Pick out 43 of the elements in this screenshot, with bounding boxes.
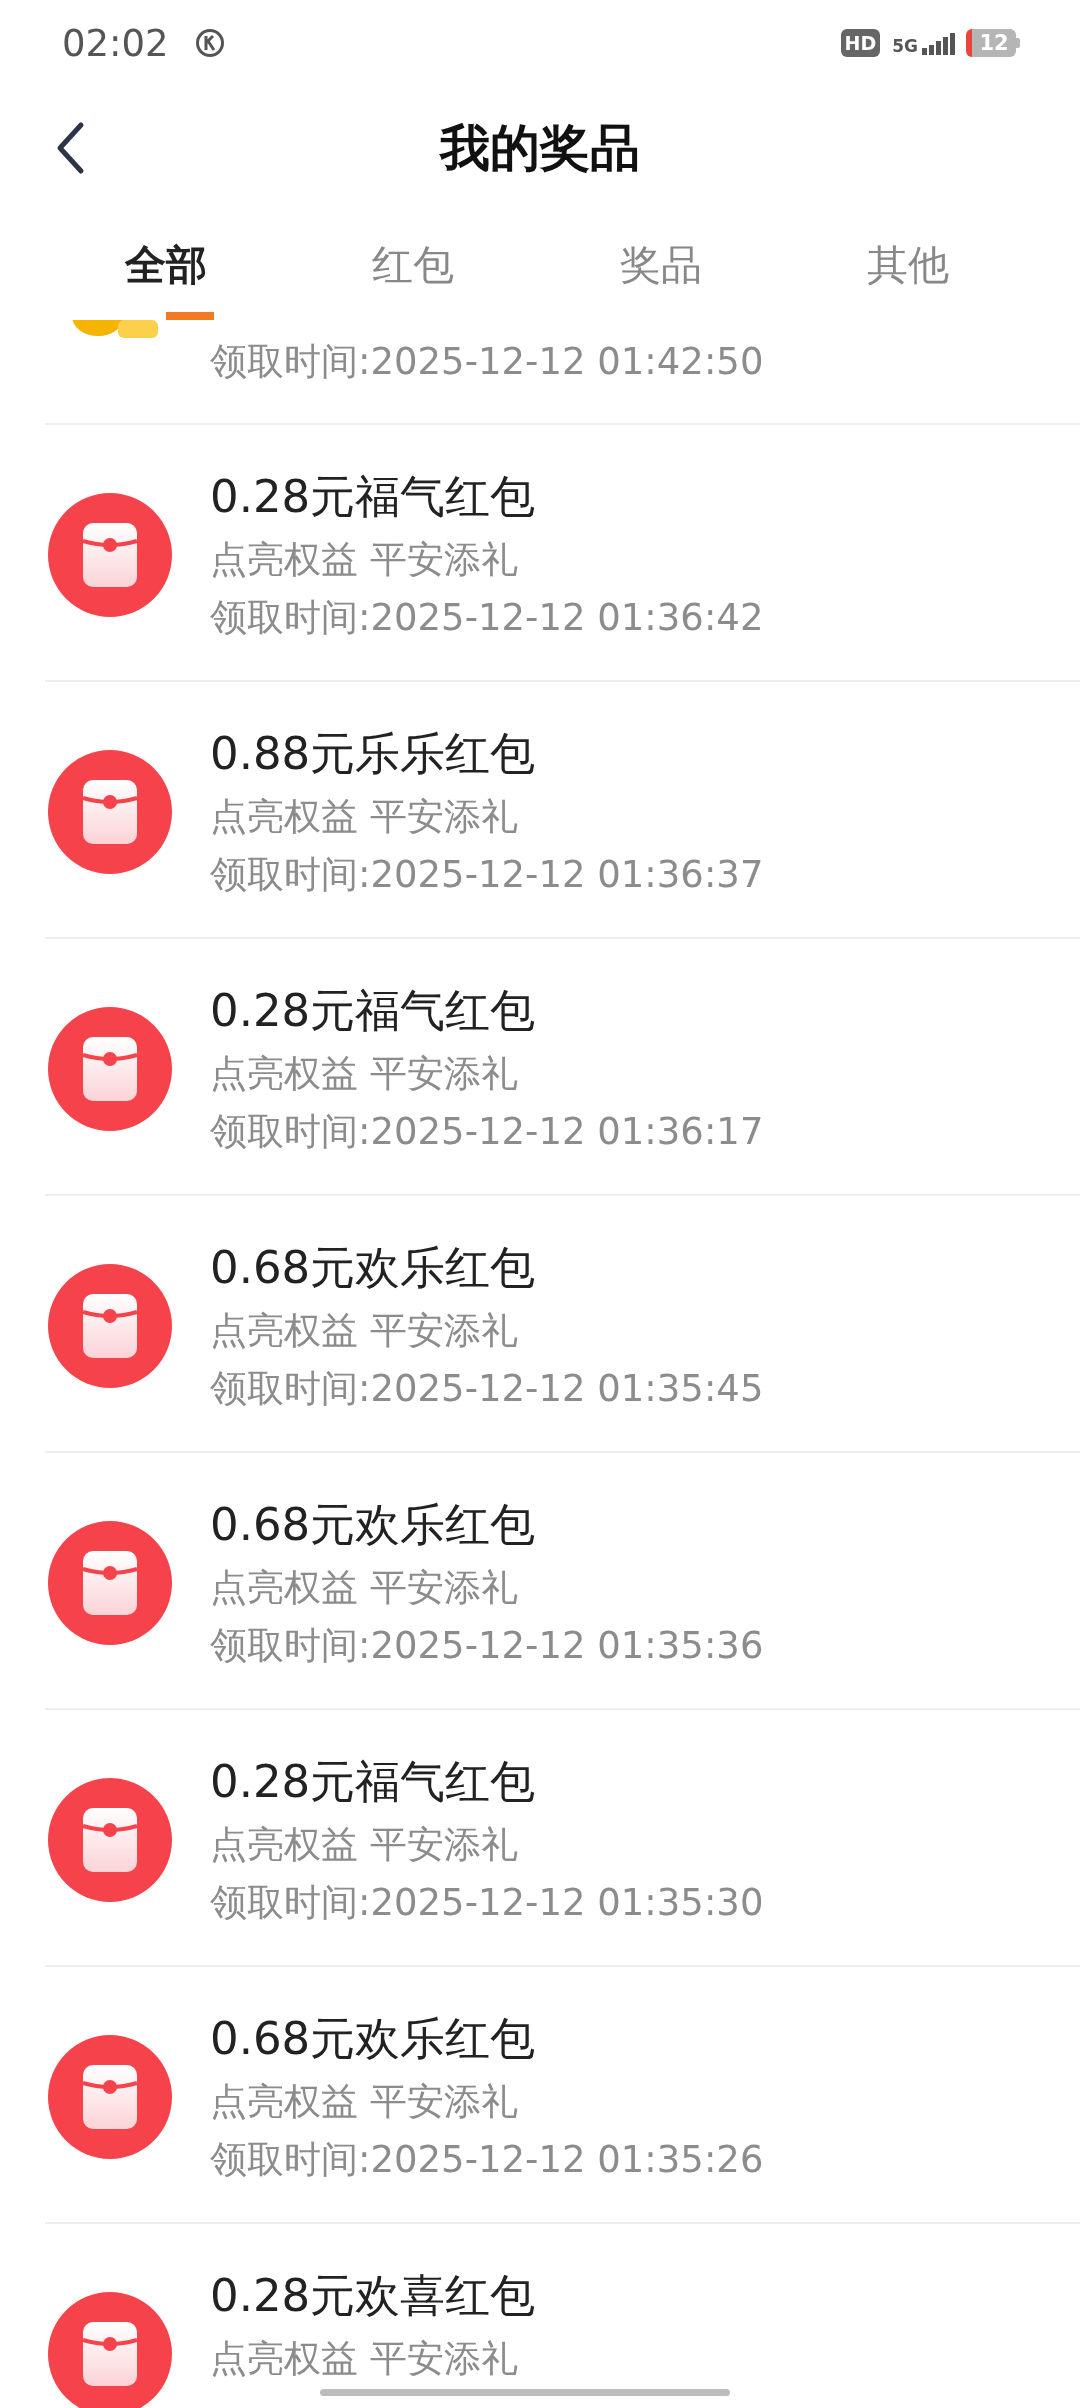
claim-time: 领取时间:2025-12-12 01:35:30 <box>210 1880 764 1926</box>
claim-time: 领取时间:2025-12-12 01:35:26 <box>210 2137 764 2183</box>
prize-title: 0.28元福气红包 <box>210 1754 537 1810</box>
tab[interactable]: 全部 <box>42 210 290 320</box>
prize-subtitle: 点亮权益 平安添礼 <box>210 1565 519 1611</box>
envelope-icon <box>48 750 172 874</box>
prize-subtitle: 点亮权益 平安添礼 <box>210 1308 519 1354</box>
envelope-icon <box>48 1778 172 1902</box>
clock: 02:02 <box>62 21 169 65</box>
prize-subtitle: 点亮权益 平安添礼 <box>210 537 519 583</box>
claim-time: 领取时间:2025-12-12 01:36:17 <box>210 1109 764 1155</box>
prize-subtitle: 点亮权益 平安添礼 <box>210 1051 519 1097</box>
hd-badge: HD <box>840 29 881 57</box>
claim-time: 领取时间:2025-12-12 01:35:36 <box>210 1623 764 1669</box>
tab[interactable]: 红包 <box>289 210 537 320</box>
k-circle-icon <box>194 28 225 58</box>
prize-title: 0.28元福气红包 <box>210 469 537 525</box>
claim-time: 领取时间:2025-12-12 01:42:50 <box>210 339 764 385</box>
prize-subtitle: 点亮权益 平安添礼 <box>210 1822 519 1868</box>
prize-title: 0.68元欢乐红包 <box>210 1240 537 1296</box>
prize-subtitle: 点亮权益 平安添礼 <box>210 2336 519 2382</box>
prize-subtitle: 点亮权益 平安添礼 <box>210 794 519 840</box>
back-icon <box>55 121 85 175</box>
envelope-icon <box>48 1007 172 1131</box>
claim-time: 领取时间:2025-12-12 01:35:45 <box>210 1366 764 1412</box>
page-title: 我的奖品 <box>440 117 640 179</box>
signal-icon <box>922 31 956 55</box>
envelope-icon <box>48 493 172 617</box>
claim-time: 领取时间:2025-12-12 01:36:42 <box>210 595 764 641</box>
claim-time: 领取时间:2025-12-12 01:36:37 <box>210 852 764 898</box>
prize-title: 0.68元欢乐红包 <box>210 1497 537 1553</box>
envelope-icon <box>48 1521 172 1645</box>
prize-subtitle: 点亮权益 平安添礼 <box>210 2079 519 2125</box>
envelope-icon <box>48 1264 172 1388</box>
prize-title: 0.88元乐乐红包 <box>210 726 537 782</box>
prize-title: 0.68元欢乐红包 <box>210 2011 537 2067</box>
network-type: 5G <box>892 37 918 55</box>
prize-title: 0.28元欢喜红包 <box>210 2268 536 2324</box>
tab[interactable]: 奖品 <box>537 210 785 320</box>
envelope-icon <box>48 2035 172 2159</box>
prize-title: 0.28元福气红包 <box>210 983 537 1039</box>
tab[interactable]: 其他 <box>784 210 1032 320</box>
envelope-icon <box>48 2292 172 2408</box>
